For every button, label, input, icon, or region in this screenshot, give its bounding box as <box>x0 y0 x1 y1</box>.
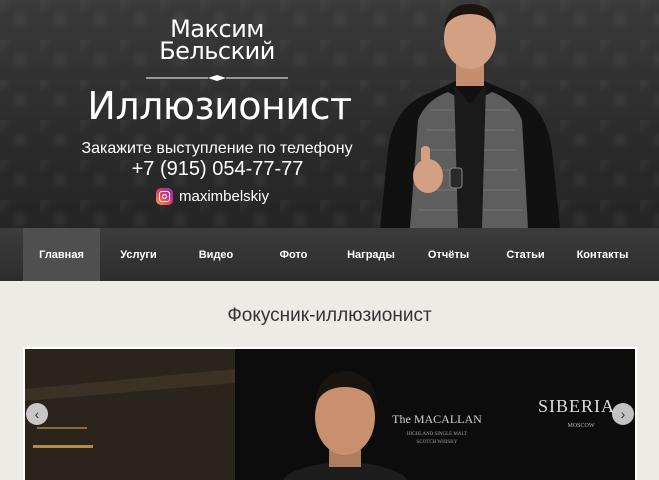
backdrop-brand-macallan: The MACALLAN <box>392 412 482 426</box>
main-content: Фокусник-иллюзионист SIBERIA MOSCOW The … <box>0 281 659 480</box>
page-title: Фокусник-иллюзионист <box>227 305 432 326</box>
nav-item-contacts[interactable]: Контакты <box>564 228 641 281</box>
nav-item-video[interactable]: Видео <box>177 228 255 281</box>
nav-item-reports[interactable]: Отчёты <box>410 228 487 281</box>
chevron-right-icon: › <box>620 406 626 422</box>
photo-slider[interactable]: SIBERIA MOSCOW The MACALLAN HIGHLAND SIN… <box>23 347 637 480</box>
nav-item-articles[interactable]: Статьи <box>487 228 564 281</box>
backdrop-brand-siberia: SIBERIA <box>538 396 615 416</box>
order-call-text: Закажите выступление по телефону <box>81 140 353 157</box>
logo-ornament <box>146 75 288 81</box>
page-heading-title: Иллюзионист <box>87 84 352 128</box>
backdrop-brand-highland: HIGHLAND SINGLE MALT <box>407 432 467 437</box>
site-header: Максим Бельский Иллюзионист Закажите выс… <box>0 0 659 228</box>
header-portrait-image <box>380 4 560 228</box>
nav-item-awards[interactable]: Награды <box>332 228 410 281</box>
backdrop-brand-scotch: SCOTCH WHISKY <box>417 440 458 445</box>
slider-prev-button[interactable]: ‹ <box>26 403 48 425</box>
site-logo[interactable]: Максим Бельский <box>142 17 292 65</box>
nav-item-services[interactable]: Услуги <box>100 228 177 281</box>
phone-number[interactable]: +7 (915) 054-77-77 <box>120 158 315 181</box>
nav-item-photo[interactable]: Фото <box>255 228 332 281</box>
logo-last-name: Бельский <box>159 37 275 65</box>
instagram-icon <box>156 187 173 205</box>
slider-next-button[interactable]: › <box>612 403 634 425</box>
backdrop-brand-moscow: MOSCOW <box>567 423 594 429</box>
instagram-link[interactable]: maximbelskiy <box>156 186 269 206</box>
chevron-left-icon: ‹ <box>34 406 40 422</box>
nav-item-home[interactable]: Главная <box>23 228 100 281</box>
slider-photo: SIBERIA MOSCOW The MACALLAN HIGHLAND SIN… <box>25 349 635 480</box>
main-navigation: Главная Услуги Видео Фото Награды Отчёты… <box>0 228 659 281</box>
instagram-handle: maximbelskiy <box>179 187 270 205</box>
